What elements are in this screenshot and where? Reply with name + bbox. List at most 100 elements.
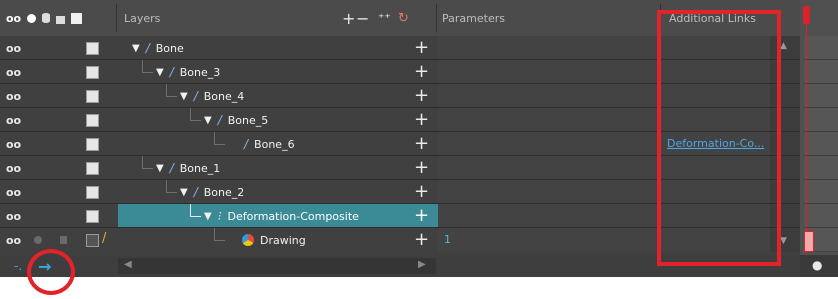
add-layer-plus-icon[interactable]: + xyxy=(414,229,429,251)
enable-checkbox[interactable] xyxy=(86,90,99,103)
expand-triangle-icon[interactable]: ▼ xyxy=(132,43,140,54)
add-layer-plus-icon[interactable]: + xyxy=(414,181,429,203)
enable-all-dot-icon[interactable] xyxy=(27,13,37,23)
bone-icon: / xyxy=(193,89,198,103)
enable-checkbox[interactable] xyxy=(86,234,99,247)
visibility-eye-icon[interactable]: oo xyxy=(6,210,21,223)
links-cell xyxy=(660,108,770,132)
links-cell xyxy=(660,60,770,84)
layer-row-bone-3[interactable]: oo ▼ / Bone_3 + xyxy=(0,60,800,84)
layer-name[interactable]: Deformation-Composite xyxy=(228,210,359,223)
visibility-eye-icon[interactable]: oo xyxy=(6,90,21,103)
lock-icon[interactable] xyxy=(56,15,66,24)
layer-name[interactable]: Bone_6 xyxy=(254,138,295,151)
vertical-scrollbar-track[interactable]: ▼ xyxy=(770,228,800,252)
add-layer-plus-icon[interactable]: + xyxy=(414,205,429,227)
enable-checkbox[interactable] xyxy=(86,114,99,127)
additional-links-header-label: Additional Links xyxy=(669,11,756,25)
expand-triangle-icon[interactable]: ▼ xyxy=(204,115,212,126)
layer-name[interactable]: Drawing xyxy=(260,234,306,247)
vertical-scrollbar-track[interactable] xyxy=(770,108,800,132)
parameter-value[interactable]: 1 xyxy=(444,233,451,246)
expand-triangle-icon[interactable]: ▼ xyxy=(180,187,188,198)
add-layer-plus-icon[interactable]: + xyxy=(414,85,429,107)
layer-name[interactable]: Bone_1 xyxy=(180,162,221,175)
visibility-eye-icon[interactable]: oo xyxy=(6,66,21,79)
add-peg-icon[interactable]: ⁺⁺ xyxy=(378,0,391,36)
expand-triangle-icon[interactable]: ▼ xyxy=(156,163,164,174)
expand-triangle-icon[interactable]: ▼ xyxy=(180,91,188,102)
enable-checkbox[interactable] xyxy=(86,66,99,79)
enable-checkbox[interactable] xyxy=(86,138,99,151)
parameters-cell xyxy=(438,132,660,156)
select-all-checkbox[interactable] xyxy=(71,12,83,24)
layer-name[interactable]: Bone_4 xyxy=(204,90,245,103)
visibility-eye-icon[interactable]: oo xyxy=(6,114,21,127)
parameters-cell xyxy=(438,156,660,180)
collapse-columns-icon[interactable]: -. xyxy=(14,255,22,277)
layer-list: oo ▼ / Bone + ▲ oo ▼ / Bone_3 + oo ▼ / B… xyxy=(0,36,800,255)
remove-layer-icon[interactable]: − xyxy=(356,0,369,36)
expand-triangle-icon[interactable]: ▼ xyxy=(156,67,164,78)
vertical-scrollbar-track[interactable] xyxy=(770,180,800,204)
add-layer-plus-icon[interactable]: + xyxy=(414,133,429,155)
visibility-eye-icon[interactable]: oo xyxy=(6,42,21,55)
enable-dot-icon[interactable] xyxy=(34,236,42,244)
vertical-scrollbar-track[interactable] xyxy=(770,132,800,156)
zoom-icon[interactable]: ● xyxy=(812,258,822,272)
layer-row-deformation-composite[interactable]: oo ▼ ⁝ Deformation-Composite + xyxy=(0,204,800,228)
layer-name[interactable]: Bone xyxy=(156,42,184,55)
playhead-icon[interactable] xyxy=(803,6,810,24)
links-cell xyxy=(660,180,770,204)
layer-row-drawing[interactable]: oo / Drawing + 1 ▼ xyxy=(0,228,800,255)
vertical-scrollbar-track[interactable] xyxy=(770,60,800,84)
deformation-link[interactable]: Deformation-Co... xyxy=(667,137,764,150)
layer-name[interactable]: Bone_3 xyxy=(180,66,221,79)
scroll-right-arrow-icon[interactable]: ▶ xyxy=(418,259,426,270)
layer-row-bone-1[interactable]: oo ▼ / Bone_1 + xyxy=(0,156,800,180)
add-layer-plus-icon[interactable]: + xyxy=(414,37,429,59)
parameters-cell: 1 xyxy=(438,228,660,252)
add-layer-plus-icon[interactable]: + xyxy=(414,61,429,83)
enable-checkbox[interactable] xyxy=(86,186,99,199)
vertical-scrollbar-track[interactable] xyxy=(770,84,800,108)
drawing-keyframe[interactable] xyxy=(804,231,814,252)
vertical-scrollbar-track[interactable]: ▲ xyxy=(770,36,800,60)
add-layer-plus-icon[interactable]: + xyxy=(414,109,429,131)
scroll-up-arrow-icon[interactable]: ▲ xyxy=(780,41,787,51)
add-layer-icon[interactable]: + xyxy=(342,0,355,36)
lock-icon[interactable] xyxy=(60,236,67,244)
enable-checkbox[interactable] xyxy=(86,42,99,55)
links-cell xyxy=(660,36,770,60)
parameters-cell xyxy=(438,108,660,132)
layer-name[interactable]: Bone_2 xyxy=(204,186,245,199)
selected-layer-highlight[interactable]: ▼ ⁝ Deformation-Composite xyxy=(118,204,438,228)
scroll-left-arrow-icon[interactable]: ◀ xyxy=(124,259,132,270)
enable-checkbox[interactable] xyxy=(86,210,99,223)
visibility-eye-icon[interactable]: oo xyxy=(6,234,21,247)
layer-row-bone-6[interactable]: oo / Bone_6 + Deformation-Co... xyxy=(0,132,800,156)
add-layer-plus-icon[interactable]: + xyxy=(414,157,429,179)
visibility-eye-icon[interactable]: oo xyxy=(6,186,21,199)
pencil-icon[interactable]: / xyxy=(102,231,106,246)
expand-columns-arrow-icon[interactable]: → xyxy=(38,255,51,277)
visibility-eye-icon[interactable]: oo xyxy=(6,162,21,175)
layer-row-bone-2[interactable]: oo ▼ / Bone_2 + xyxy=(0,180,800,204)
expand-triangle-icon[interactable]: ▼ xyxy=(204,211,212,222)
database-icon[interactable] xyxy=(42,13,51,23)
parameters-cell xyxy=(438,60,660,84)
layer-row-bone[interactable]: oo ▼ / Bone + ▲ xyxy=(0,36,800,60)
drawing-icon xyxy=(242,234,254,246)
layer-row-bone-5[interactable]: oo ▼ / Bone_5 + xyxy=(0,108,800,132)
enable-checkbox[interactable] xyxy=(86,162,99,175)
visibility-eye-icon[interactable]: oo xyxy=(6,138,21,151)
scroll-down-arrow-icon[interactable]: ▼ xyxy=(780,236,787,246)
layer-row-bone-4[interactable]: oo ▼ / Bone_4 + xyxy=(0,84,800,108)
horizontal-scrollbar[interactable]: ◀ ▶ xyxy=(118,258,436,274)
show-all-eye-icon[interactable]: oo xyxy=(6,12,21,25)
vertical-scrollbar-track[interactable] xyxy=(770,156,800,180)
add-deformation-icon[interactable]: ↻ xyxy=(398,0,409,36)
deformation-composite-icon: ⁝ xyxy=(217,209,222,223)
vertical-scrollbar-track[interactable] xyxy=(770,204,800,228)
layer-name[interactable]: Bone_5 xyxy=(228,114,269,127)
